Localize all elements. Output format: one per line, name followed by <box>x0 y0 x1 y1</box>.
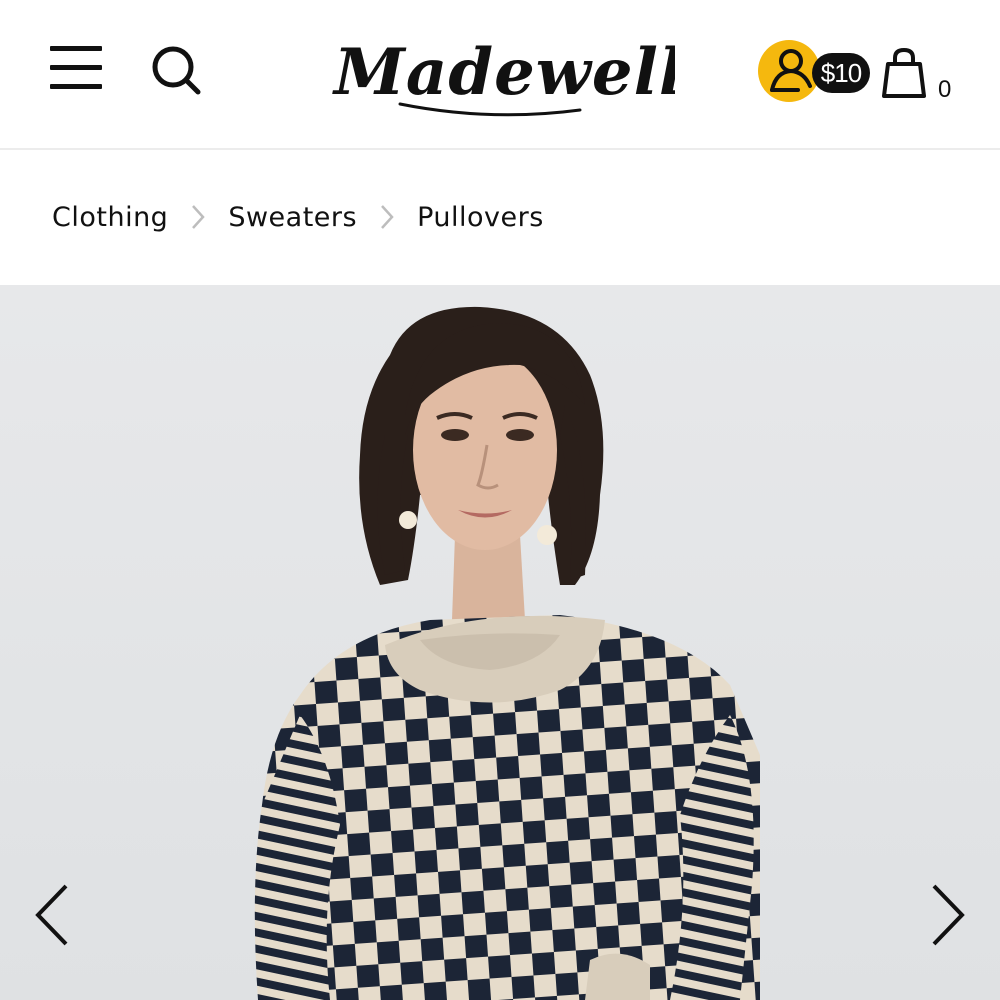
search-icon[interactable] <box>150 44 204 98</box>
hamburger-menu-icon[interactable] <box>50 46 104 90</box>
account-icon[interactable] <box>758 40 820 102</box>
breadcrumb-sweaters[interactable]: Sweaters <box>228 202 357 233</box>
chevron-right-icon <box>357 203 417 231</box>
breadcrumb: Clothing Sweaters Pullovers <box>52 195 544 239</box>
rewards-badge[interactable]: $10 <box>812 53 870 93</box>
shopping-bag-icon[interactable] <box>880 46 928 100</box>
brand-name: Madewell <box>332 35 675 110</box>
cart-count: 0 <box>938 76 952 103</box>
product-image[interactable] <box>0 285 1000 1000</box>
site-header: Madewell $10 0 <box>0 0 1000 150</box>
chevron-right-icon[interactable] <box>922 880 972 950</box>
model-photo <box>254 306 760 1000</box>
brand-logo[interactable]: Madewell <box>330 26 683 126</box>
breadcrumb-clothing[interactable]: Clothing <box>52 202 168 233</box>
chevron-left-icon[interactable] <box>28 880 78 950</box>
breadcrumb-pullovers[interactable]: Pullovers <box>417 202 544 233</box>
chevron-right-icon <box>168 203 228 231</box>
